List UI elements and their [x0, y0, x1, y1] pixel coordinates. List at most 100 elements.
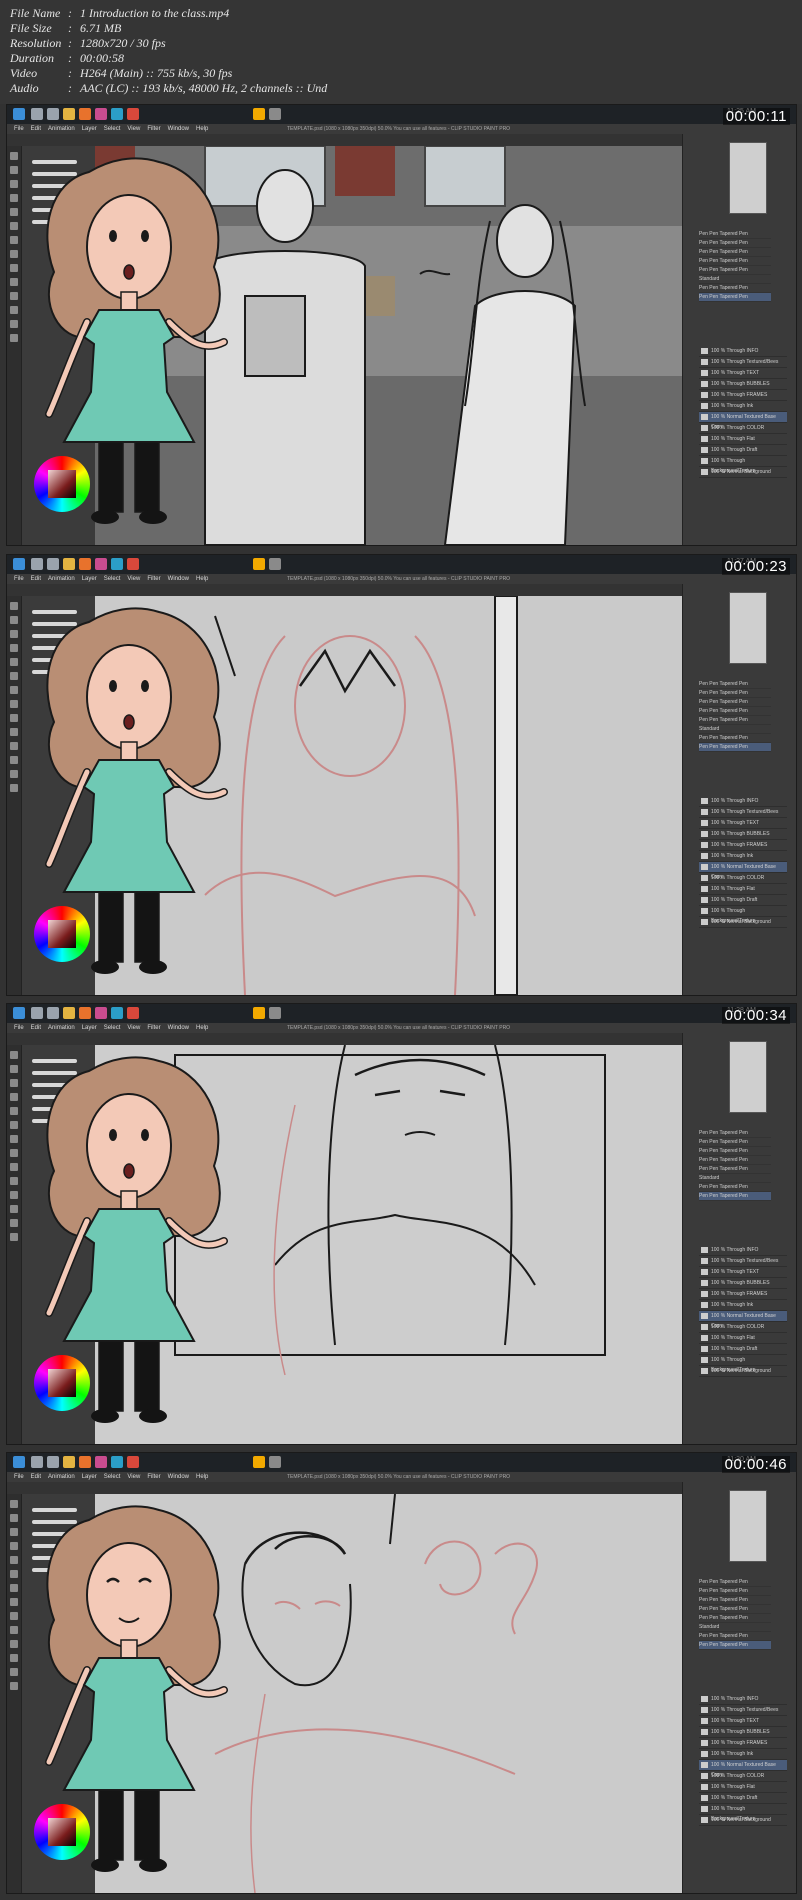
- brush-item[interactable]: Pen Pen Tapered Pen: [699, 1596, 771, 1605]
- menu-item[interactable]: Layer: [82, 126, 97, 132]
- layer-row[interactable]: 100 % Normal Background: [699, 917, 787, 928]
- tool-icon[interactable]: [10, 1626, 18, 1634]
- menu-item[interactable]: Select: [104, 576, 121, 582]
- search-icon[interactable]: [31, 558, 43, 570]
- menu-item[interactable]: Window: [168, 1025, 189, 1031]
- chrome-icon[interactable]: [127, 1456, 139, 1468]
- layer-row[interactable]: 100 % Through COLOR: [699, 1322, 787, 1333]
- task-view-icon[interactable]: [47, 558, 59, 570]
- tool-icon[interactable]: [10, 152, 18, 160]
- layer-row[interactable]: 100 % Through TEXT: [699, 1267, 787, 1278]
- tool-icon[interactable]: [10, 1219, 18, 1227]
- layer-row[interactable]: 100 % Through Background/Texture: [699, 456, 787, 474]
- layer-row[interactable]: 100 % Through FRAMES: [699, 1738, 787, 1749]
- layer-row[interactable]: 100 % Through COLOR: [699, 423, 787, 434]
- tool-icon[interactable]: [10, 1528, 18, 1536]
- chrome-icon[interactable]: [127, 1007, 139, 1019]
- windows-start-icon[interactable]: [13, 1456, 25, 1468]
- menu-item[interactable]: View: [127, 126, 140, 132]
- tool-icon[interactable]: [10, 756, 18, 764]
- tool-icon[interactable]: [10, 334, 18, 342]
- menu-item[interactable]: Help: [196, 576, 208, 582]
- edge-icon[interactable]: [111, 108, 123, 120]
- edge-icon[interactable]: [111, 1007, 123, 1019]
- tool-icon[interactable]: [10, 1191, 18, 1199]
- menu-item[interactable]: Layer: [82, 1474, 97, 1480]
- tool-icon[interactable]: [10, 1556, 18, 1564]
- menu-item[interactable]: Window: [168, 1474, 189, 1480]
- menu-item[interactable]: Filter: [147, 1025, 160, 1031]
- layer-row[interactable]: 100 % Through Textured/Bees: [699, 357, 787, 368]
- brush-item[interactable]: Pen Pen Tapered Pen: [699, 1183, 771, 1192]
- tool-icon[interactable]: [10, 1500, 18, 1508]
- tool-icon[interactable]: [10, 306, 18, 314]
- brush-item[interactable]: Pen Pen Tapered Pen: [699, 284, 771, 293]
- tool-icon[interactable]: [10, 1107, 18, 1115]
- layer-row[interactable]: 100 % Through Draft: [699, 895, 787, 906]
- tool-icon[interactable]: [10, 292, 18, 300]
- tool-icon[interactable]: [10, 714, 18, 722]
- menu-item[interactable]: Select: [104, 126, 121, 132]
- layer-row[interactable]: 100 % Through BUBBLES: [699, 379, 787, 390]
- menu-item[interactable]: Window: [168, 126, 189, 132]
- layer-row[interactable]: 100 % Through Draft: [699, 1793, 787, 1804]
- navigator-thumbnail[interactable]: [729, 592, 767, 664]
- layer-row[interactable]: 100 % Through TEXT: [699, 368, 787, 379]
- tool-icon[interactable]: [10, 166, 18, 174]
- layer-row[interactable]: 100 % Through COLOR: [699, 873, 787, 884]
- brush-item[interactable]: Pen Pen Tapered Pen: [699, 1129, 771, 1138]
- layer-row[interactable]: 100 % Through INFO: [699, 346, 787, 357]
- tool-icon[interactable]: [10, 784, 18, 792]
- firefox-icon[interactable]: [79, 1456, 91, 1468]
- task-view-icon[interactable]: [47, 1456, 59, 1468]
- explorer-icon[interactable]: [63, 1456, 75, 1468]
- menu-item[interactable]: Edit: [31, 126, 41, 132]
- tool-icon[interactable]: [10, 1233, 18, 1241]
- layer-row[interactable]: 100 % Through FRAMES: [699, 1289, 787, 1300]
- tool-icon[interactable]: [10, 1570, 18, 1578]
- recorder-icon[interactable]: [269, 1007, 281, 1019]
- layer-row[interactable]: 100 % Normal Textured Base Copy: [699, 412, 787, 430]
- menu-item[interactable]: Layer: [82, 576, 97, 582]
- tool-icon[interactable]: [10, 194, 18, 202]
- menu-item[interactable]: Animation: [48, 126, 75, 132]
- tool-icon[interactable]: [10, 180, 18, 188]
- menu-item[interactable]: Edit: [31, 1025, 41, 1031]
- explorer-icon[interactable]: [63, 108, 75, 120]
- recorder-icon[interactable]: [269, 558, 281, 570]
- chrome-icon[interactable]: [127, 558, 139, 570]
- layer-row[interactable]: 100 % Through Flat: [699, 884, 787, 895]
- clip-studio-active-icon[interactable]: [253, 558, 265, 570]
- brush-item[interactable]: Pen Pen Tapered Pen: [699, 680, 771, 689]
- firefox-icon[interactable]: [79, 1007, 91, 1019]
- menu-item[interactable]: Select: [104, 1025, 121, 1031]
- brush-item[interactable]: Pen Pen Tapered Pen: [699, 293, 771, 302]
- menu-item[interactable]: Edit: [31, 576, 41, 582]
- layer-row[interactable]: 100 % Normal Textured Base Copy: [699, 862, 787, 880]
- tool-icon[interactable]: [10, 250, 18, 258]
- brush-item[interactable]: Pen Pen Tapered Pen: [699, 716, 771, 725]
- explorer-icon[interactable]: [63, 1007, 75, 1019]
- brush-item[interactable]: Pen Pen Tapered Pen: [699, 266, 771, 275]
- tool-icon[interactable]: [10, 1598, 18, 1606]
- brush-item[interactable]: Pen Pen Tapered Pen: [699, 1147, 771, 1156]
- tool-icon[interactable]: [10, 208, 18, 216]
- layer-row[interactable]: 100 % Through Flat: [699, 1782, 787, 1793]
- brush-item[interactable]: Pen Pen Tapered Pen: [699, 1156, 771, 1165]
- layer-row[interactable]: 100 % Through BUBBLES: [699, 1727, 787, 1738]
- brush-item[interactable]: Pen Pen Tapered Pen: [699, 257, 771, 266]
- menu-item[interactable]: Layer: [82, 1025, 97, 1031]
- tool-icon[interactable]: [10, 1682, 18, 1690]
- menu-item[interactable]: View: [127, 576, 140, 582]
- tool-icon[interactable]: [10, 1668, 18, 1676]
- layer-row[interactable]: 100 % Normal Textured Base Copy: [699, 1311, 787, 1329]
- brush-item[interactable]: Pen Pen Tapered Pen: [699, 1605, 771, 1614]
- brush-item[interactable]: Pen Pen Tapered Pen: [699, 689, 771, 698]
- explorer-icon[interactable]: [63, 558, 75, 570]
- brush-item[interactable]: Pen Pen Tapered Pen: [699, 1632, 771, 1641]
- brush-item[interactable]: Pen Pen Tapered Pen: [699, 734, 771, 743]
- menu-item[interactable]: File: [14, 1025, 24, 1031]
- tool-icon[interactable]: [10, 672, 18, 680]
- layer-row[interactable]: 100 % Through Ink: [699, 1300, 787, 1311]
- tool-icon[interactable]: [10, 1205, 18, 1213]
